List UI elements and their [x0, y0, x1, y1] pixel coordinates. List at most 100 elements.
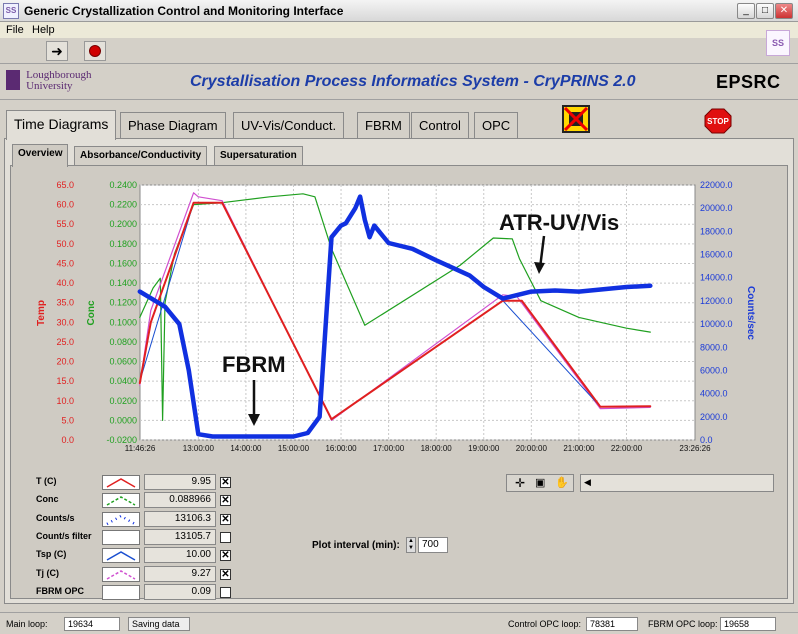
x-tick-label: 23:26:26 — [679, 444, 711, 453]
conc-tick-label: 0.0600 — [109, 357, 137, 367]
legend-swatch[interactable] — [102, 584, 140, 600]
temp-tick-label: 15.0 — [56, 376, 74, 386]
temp-tick-label: 10.0 — [56, 396, 74, 406]
x-tick-label: 19:00:00 — [468, 444, 500, 453]
counts-axis-label: Counts/sec — [745, 286, 756, 340]
x-tick-label: 22:00:00 — [611, 444, 643, 453]
legend-swatch[interactable] — [102, 548, 140, 564]
x-tick-label: 14:00:00 — [230, 444, 262, 453]
counts-tick-label: 16000.0 — [700, 250, 733, 260]
temp-tick-label: 40.0 — [56, 278, 74, 288]
x-tick-label: 18:00:00 — [421, 444, 453, 453]
legend-visibility-checkbox[interactable]: ✕ — [220, 550, 231, 562]
legend-row: Tsp (C) 10.00 ✕ — [36, 547, 231, 564]
legend-visibility-checkbox[interactable]: ✕ — [220, 513, 231, 525]
legend-value: 0.088966 — [144, 492, 216, 509]
conc-tick-label: 0.2200 — [109, 200, 137, 210]
temp-tick-label: 20.0 — [56, 357, 74, 367]
x-tick-label: 17:00:00 — [373, 444, 405, 453]
temp-tick-label: 5.0 — [61, 415, 74, 425]
counts-tick-label: 18000.0 — [700, 226, 733, 236]
x-tick-label: 13:00:00 — [183, 444, 215, 453]
counts-tick-label: 14000.0 — [700, 273, 733, 283]
graph-palette: ✛ ▣ ✋ — [506, 474, 574, 492]
x-tick-label: 20:00:00 — [516, 444, 548, 453]
conc-tick-label: 0.1600 — [109, 258, 137, 268]
counts-tick-label: 22000.0 — [700, 180, 733, 190]
legend-swatch[interactable] — [102, 475, 140, 490]
crosshair-icon[interactable]: ✛ — [515, 476, 525, 490]
legend-name: FBRM OPC — [36, 585, 84, 596]
status-bar: Main loop: 19634 Saving data Control OPC… — [0, 612, 798, 634]
saving-status: Saving data — [128, 617, 190, 631]
temp-tick-label: 50.0 — [56, 239, 74, 249]
temp-tick-label: 60.0 — [56, 200, 74, 210]
fbrm-opc-label: FBRM OPC loop: — [648, 619, 718, 629]
pan-hand-icon[interactable]: ✋ — [555, 476, 569, 489]
x-tick-label: 16:00:00 — [325, 444, 357, 453]
legend-row: FBRM OPC 0.09 — [36, 583, 231, 601]
legend-row: Conc 0.088966 ✕ — [36, 492, 231, 509]
legend-visibility-checkbox[interactable]: ✕ — [220, 495, 231, 507]
plot-interval-label: Plot interval (min): — [312, 540, 400, 551]
uv-vis-annotation: ATR-UV/Vis — [499, 210, 619, 235]
legend-row: T (C) 9.95 ✕ — [36, 474, 231, 491]
plot-interval-input[interactable]: 700 — [418, 537, 448, 553]
legend-name: Tsp (C) — [36, 549, 67, 560]
conc-tick-label: 0.0400 — [109, 376, 137, 386]
counts-tick-label: 6000.0 — [700, 365, 728, 375]
legend-visibility-checkbox[interactable] — [220, 586, 231, 598]
zoom-icon[interactable]: ▣ — [535, 476, 545, 489]
control-opc-value: 78381 — [586, 617, 638, 631]
x-tick-label: 11:46:26 — [125, 444, 156, 453]
counts-tick-label: 12000.0 — [700, 296, 733, 306]
legend-value: 0.09 — [144, 583, 216, 600]
counts-tick-label: 0.0 — [700, 435, 713, 445]
temp-tick-label: 30.0 — [56, 317, 74, 327]
legend-row: Tj (C) 9.27 ✕ — [36, 565, 231, 583]
main-loop-label: Main loop: — [6, 619, 48, 629]
fbrm-annotation: FBRM — [222, 352, 286, 377]
legend-swatch[interactable] — [102, 511, 140, 527]
time-scrollbar[interactable]: ◀ — [580, 474, 774, 492]
temp-tick-label: 35.0 — [56, 298, 74, 308]
fbrm-opc-value: 19658 — [720, 617, 776, 631]
legend-name: Count/s filter — [36, 530, 92, 541]
counts-tick-label: 20000.0 — [700, 203, 733, 213]
legend-value: 9.27 — [144, 565, 216, 582]
conc-tick-label: 0.2000 — [109, 219, 137, 229]
conc-tick-label: 0.0800 — [109, 337, 137, 347]
conc-tick-label: 0.1200 — [109, 298, 137, 308]
legend-name: Tj (C) — [36, 567, 59, 578]
legend-value: 9.95 — [144, 474, 216, 490]
legend-visibility-checkbox[interactable]: ✕ — [220, 568, 231, 580]
counts-tick-label: 2000.0 — [700, 412, 728, 422]
counts-tick-label: 4000.0 — [700, 389, 728, 399]
legend-name: Counts/s — [36, 512, 75, 523]
legend-value: 10.00 — [144, 547, 216, 564]
temp-tick-label: 25.0 — [56, 337, 74, 347]
x-tick-label: 15:00:00 — [278, 444, 310, 453]
plot-interval-stepper[interactable]: ▲ ▼ — [406, 537, 416, 553]
legend-name: T (C) — [36, 476, 57, 486]
conc-tick-label: 0.1800 — [109, 239, 137, 249]
temp-axis-label: Temp — [36, 300, 47, 326]
legend-visibility-checkbox[interactable] — [220, 531, 231, 543]
legend-row: Counts/s 13106.3 ✕ — [36, 510, 231, 528]
control-opc-label: Control OPC loop: — [508, 619, 582, 629]
conc-tick-label: 0.1400 — [109, 278, 137, 288]
legend-swatch[interactable] — [102, 529, 140, 545]
conc-tick-label: -0.0200 — [106, 435, 137, 445]
counts-tick-label: 10000.0 — [700, 319, 733, 329]
legend-swatch[interactable] — [102, 493, 140, 509]
temp-tick-label: 0.0 — [61, 435, 74, 445]
conc-tick-label: 0.1000 — [109, 317, 137, 327]
legend-value: 13105.7 — [144, 528, 216, 545]
x-tick-label: 21:00:00 — [563, 444, 595, 453]
legend-value: 13106.3 — [144, 510, 216, 527]
conc-tick-label: 0.0200 — [109, 396, 137, 406]
scroll-left-icon[interactable]: ◀ — [584, 477, 591, 488]
legend-visibility-checkbox[interactable]: ✕ — [220, 477, 231, 488]
conc-axis-label: Conc — [86, 300, 97, 325]
legend-swatch[interactable] — [102, 566, 140, 582]
